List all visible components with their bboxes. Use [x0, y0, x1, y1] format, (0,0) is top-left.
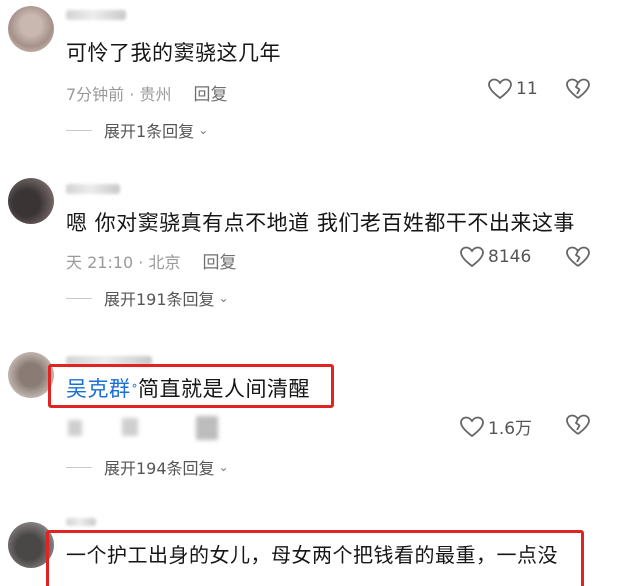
blurred-meta — [196, 416, 218, 440]
heart-icon — [460, 416, 484, 437]
chevron-down-icon: ⌄ — [218, 291, 229, 305]
expand-replies-label: 展开194条回复 — [104, 459, 215, 478]
mention-link[interactable]: 吴克群 — [66, 377, 131, 401]
like-count: 1.6万 — [488, 419, 533, 439]
dislike-button[interactable] — [566, 246, 590, 268]
chevron-down-icon: ⌄ — [198, 123, 209, 137]
comment-meta: 天 21:10 · 北京 回复 — [66, 248, 236, 274]
broken-heart-icon — [566, 414, 590, 435]
comment-list: 可怜了我的窦骁这几年 7分钟前 · 贵州 回复 11 展开1条回复 ⌄ 嗯 你对… — [0, 0, 640, 586]
username-blurred[interactable] — [66, 10, 126, 20]
expand-replies-button[interactable]: 展开1条回复 ⌄ — [66, 118, 208, 142]
timestamp-location: 7分钟前 · 贵州 — [66, 84, 172, 104]
broken-heart-icon — [566, 246, 590, 267]
like-count: 11 — [516, 79, 538, 99]
like-button[interactable]: 11 — [488, 78, 538, 100]
divider-line — [66, 129, 92, 131]
broken-heart-icon — [566, 78, 590, 99]
expand-replies-label: 展开191条回复 — [104, 290, 215, 309]
username-blurred[interactable] — [66, 518, 96, 526]
dislike-button[interactable] — [566, 414, 590, 436]
comment-text: 嗯 你对窦骁真有点不地道 我们老百姓都干不出来这事 — [66, 211, 575, 235]
divider-line — [66, 297, 92, 299]
blurred-meta — [68, 420, 82, 436]
like-button[interactable]: 8146 — [460, 246, 531, 268]
avatar[interactable] — [8, 6, 54, 52]
like-button[interactable]: 1.6万 — [460, 414, 532, 439]
reply-button[interactable]: 回复 — [202, 248, 236, 273]
blurred-meta — [122, 418, 138, 436]
avatar[interactable] — [8, 178, 54, 224]
comment-text: 可怜了我的窦骁这几年 — [66, 41, 281, 65]
username-blurred[interactable] — [66, 184, 120, 194]
comment-text: 一个护工出身的女儿，母女两个把钱看的最重，一点没 — [66, 543, 558, 567]
like-count: 8146 — [488, 247, 532, 267]
expand-replies-button[interactable]: 展开194条回复 ⌄ — [66, 455, 229, 479]
comment-text: 吴克群°简直就是人间清醒 — [66, 376, 310, 402]
reply-button[interactable]: 回复 — [193, 80, 227, 105]
dislike-button[interactable] — [566, 78, 590, 100]
expand-replies-button[interactable]: 展开191条回复 ⌄ — [66, 286, 229, 310]
divider-line — [66, 466, 92, 468]
expand-replies-label: 展开1条回复 — [104, 122, 195, 141]
timestamp-location: 天 21:10 · 北京 — [66, 252, 181, 272]
heart-icon — [460, 246, 484, 268]
heart-icon — [488, 78, 512, 100]
comment-text-continuation — [66, 572, 586, 586]
comment-body: 简直就是人间清醒 — [138, 377, 310, 401]
comment-meta: 7分钟前 · 贵州 回复 — [66, 80, 227, 106]
chevron-down-icon: ⌄ — [218, 460, 229, 474]
